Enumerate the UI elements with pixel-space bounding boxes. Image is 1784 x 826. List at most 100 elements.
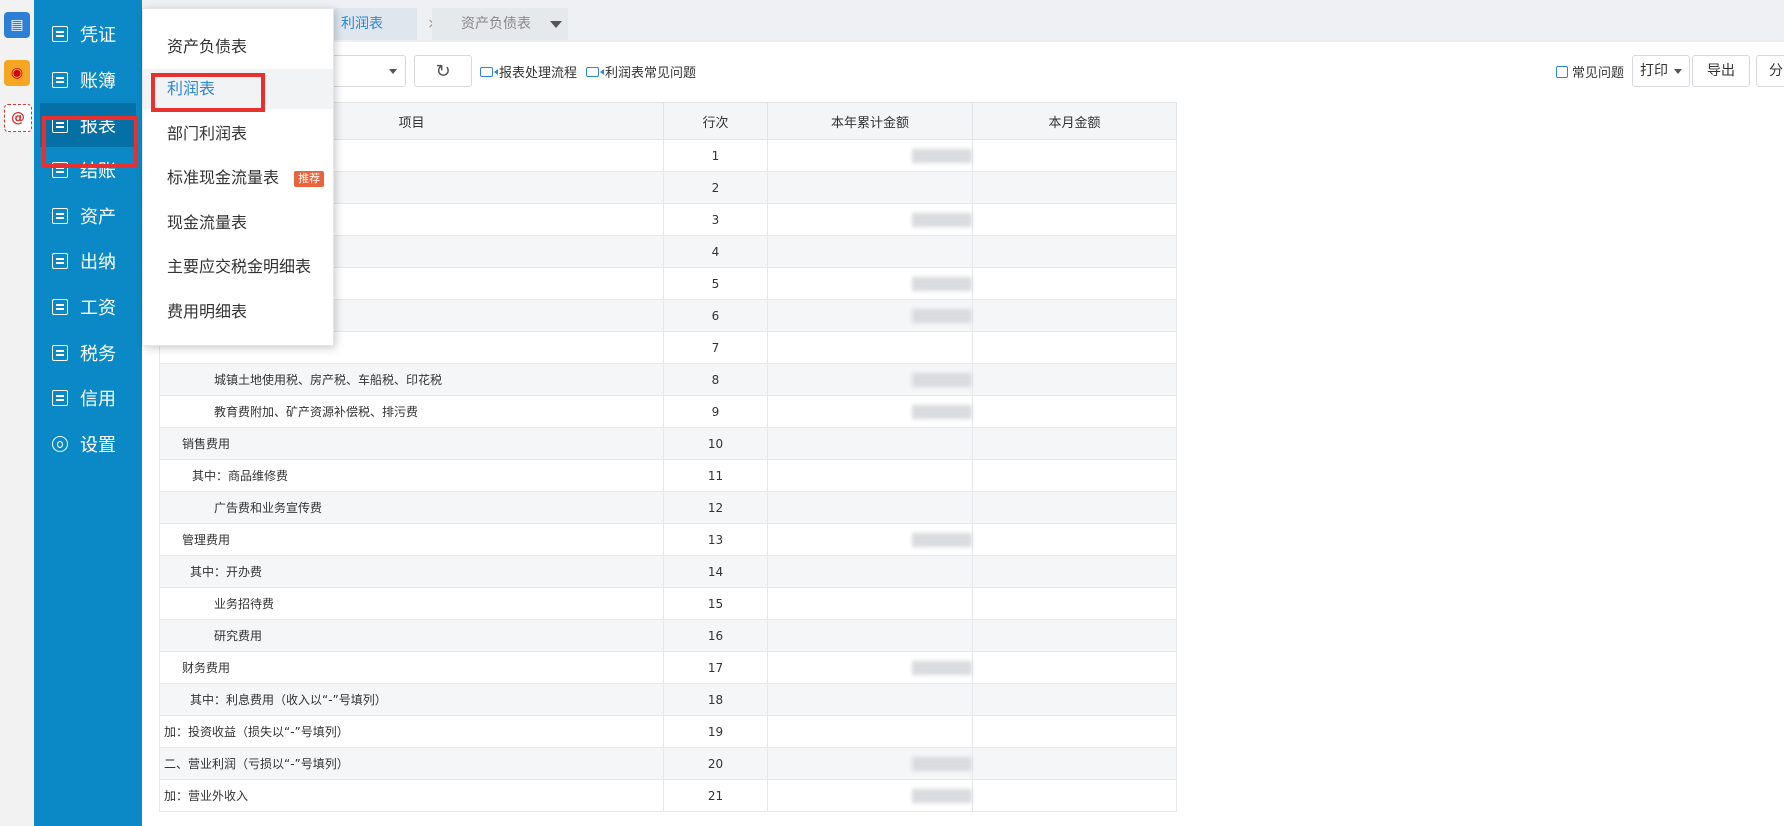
cell-ytd-amount[interactable]	[767, 395, 973, 428]
cell-ytd-amount[interactable]	[767, 491, 973, 524]
cell-ytd-amount[interactable]	[767, 555, 973, 588]
table-row: 研究费用 16	[159, 619, 1177, 652]
sidebar-item-ledger[interactable]: 账簿	[40, 58, 136, 102]
sidebar-item-closing[interactable]: 结账	[40, 148, 136, 192]
cell-ytd-amount[interactable]	[767, 235, 973, 268]
menu-item-expense-detail[interactable]: 费用明细表	[143, 292, 333, 332]
menu-item-cashflow[interactable]: 现金流量表	[143, 203, 333, 243]
redacted-amount	[912, 148, 972, 163]
print-button[interactable]: 打印	[1632, 55, 1690, 87]
menu-item-tax-detail[interactable]: 主要应交税金明细表	[143, 247, 333, 287]
cell-month-amount[interactable]	[972, 459, 1177, 492]
menu-item-label: 现金流量表	[167, 213, 248, 232]
sidebar-item-cashier[interactable]: 出纳	[40, 239, 136, 283]
table-row: 广告费和业务宣传费 12	[159, 491, 1177, 524]
sidebar-item-tax[interactable]: 税务	[40, 331, 136, 375]
refresh-button[interactable]: ↻	[414, 55, 472, 87]
report-flow-link[interactable]: 报表处理流程	[480, 62, 577, 81]
cell-ytd-amount[interactable]	[767, 299, 973, 332]
cell-month-amount[interactable]	[972, 235, 1177, 268]
column-header-ytd: 本年累计金额	[767, 102, 973, 140]
cell-ytd-amount[interactable]	[767, 651, 973, 684]
cell-row-number: 19	[663, 715, 768, 748]
cell-month-amount[interactable]	[972, 747, 1177, 780]
cell-ytd-amount[interactable]	[767, 747, 973, 780]
cell-ytd-amount[interactable]	[767, 715, 973, 748]
cell-item: 管理费用	[159, 523, 664, 556]
refresh-icon: ↻	[435, 60, 451, 82]
app-window-icon[interactable]: ▤	[4, 12, 30, 38]
cell-month-amount[interactable]	[972, 779, 1177, 812]
cell-item: 研究费用	[159, 619, 664, 652]
cell-item: 加：营业外收入	[159, 779, 664, 812]
cell-month-amount[interactable]	[972, 683, 1177, 716]
cell-month-amount[interactable]	[972, 555, 1177, 588]
cell-ytd-amount[interactable]	[767, 267, 973, 300]
cell-ytd-amount[interactable]	[767, 171, 973, 204]
redacted-amount	[912, 532, 972, 547]
cell-month-amount[interactable]	[972, 139, 1177, 172]
tab-balance-sheet[interactable]: 资产负债表	[432, 8, 560, 40]
cell-month-amount[interactable]	[972, 587, 1177, 620]
sidebar-item-credit[interactable]: 信用	[40, 376, 136, 420]
common-questions-link[interactable]: 常见问题	[1556, 62, 1624, 81]
cell-row-number: 6	[663, 299, 768, 332]
income-faq-link[interactable]: 利润表常见问题	[586, 62, 696, 81]
weibo-icon[interactable]: ◉	[4, 60, 30, 86]
sidebar-item-voucher[interactable]: 凭证	[40, 12, 136, 56]
sidebar-item-label: 信用	[80, 389, 116, 410]
cell-item: 其中：开办费	[159, 555, 664, 588]
sidebar-item-reports[interactable]: 报表	[40, 103, 136, 147]
cell-month-amount[interactable]	[972, 171, 1177, 204]
sidebar-item-settings[interactable]: 设置	[40, 422, 136, 466]
video-icon	[480, 66, 498, 77]
cell-ytd-amount[interactable]	[767, 459, 973, 492]
table-row: 财务费用 17	[159, 651, 1177, 684]
cell-month-amount[interactable]	[972, 331, 1177, 364]
common-questions-label: 常见问题	[1572, 66, 1625, 81]
payroll-icon	[52, 299, 68, 315]
cell-ytd-amount[interactable]	[767, 427, 973, 460]
menu-item-income-statement[interactable]: 利润表	[143, 69, 333, 109]
menu-item-standard-cashflow[interactable]: 标准现金流量表 推荐	[143, 158, 333, 198]
sidebar-item-label: 凭证	[80, 25, 116, 46]
cell-row-number: 10	[663, 427, 768, 460]
cell-month-amount[interactable]	[972, 363, 1177, 396]
export-button[interactable]: 导出	[1692, 55, 1750, 87]
cell-ytd-amount[interactable]	[767, 619, 973, 652]
sidebar-item-assets[interactable]: 资产	[40, 194, 136, 238]
sidebar-item-payroll[interactable]: 工资	[40, 285, 136, 329]
cell-month-amount[interactable]	[972, 523, 1177, 556]
cell-month-amount[interactable]	[972, 427, 1177, 460]
tabs-more-chevron-icon[interactable]	[544, 8, 568, 40]
cell-month-amount[interactable]	[972, 203, 1177, 236]
cell-ytd-amount[interactable]	[767, 523, 973, 556]
cell-ytd-amount[interactable]	[767, 139, 973, 172]
menu-item-label: 主要应交税金明细表	[167, 257, 312, 276]
cell-month-amount[interactable]	[972, 619, 1177, 652]
table-row: 管理费用 13	[159, 523, 1177, 556]
cell-month-amount[interactable]	[972, 491, 1177, 524]
cell-ytd-amount[interactable]	[767, 779, 973, 812]
cell-ytd-amount[interactable]	[767, 331, 973, 364]
cell-row-number: 5	[663, 267, 768, 300]
cell-ytd-amount[interactable]	[767, 203, 973, 236]
share-button[interactable]: 分	[1756, 55, 1784, 87]
cell-ytd-amount[interactable]	[767, 587, 973, 620]
cell-ytd-amount[interactable]	[767, 363, 973, 396]
redacted-amount	[912, 308, 972, 323]
cell-row-number: 3	[663, 203, 768, 236]
cell-month-amount[interactable]	[972, 715, 1177, 748]
table-row: 教育费附加、矿产资源补偿税、排污费 9	[159, 395, 1177, 428]
cell-row-number: 15	[663, 587, 768, 620]
cell-month-amount[interactable]	[972, 299, 1177, 332]
menu-item-department-profit[interactable]: 部门利润表	[143, 114, 333, 154]
cell-month-amount[interactable]	[972, 395, 1177, 428]
cell-month-amount[interactable]	[972, 651, 1177, 684]
sidebar-item-label: 账簿	[80, 71, 116, 92]
cell-ytd-amount[interactable]	[767, 683, 973, 716]
mail-icon[interactable]: @	[4, 104, 32, 132]
menu-item-balance-sheet[interactable]: 资产负债表	[143, 27, 333, 67]
cell-month-amount[interactable]	[972, 267, 1177, 300]
tab-income-statement[interactable]: 利润表 ×	[327, 8, 439, 40]
